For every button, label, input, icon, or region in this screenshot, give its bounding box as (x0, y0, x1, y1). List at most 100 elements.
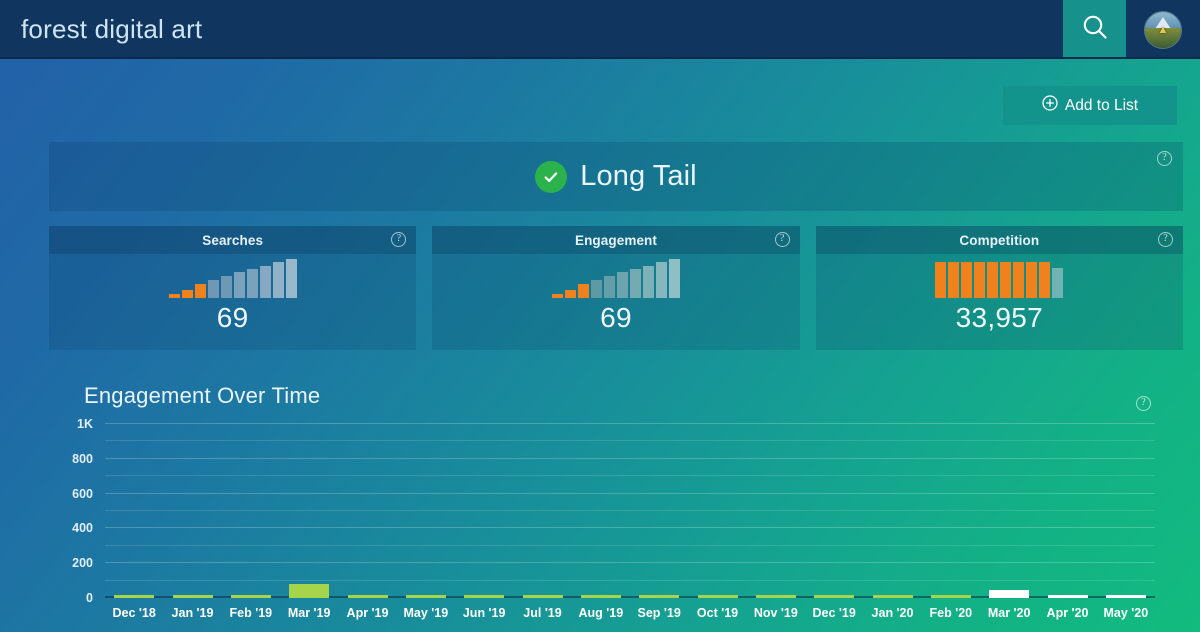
sparkline-bar (564, 290, 576, 298)
chart-bar[interactable] (1047, 595, 1088, 598)
chart-y-tick-label: 800 (72, 451, 93, 466)
chart-help-icon[interactable]: ? (1136, 396, 1151, 411)
sparkline-bar (220, 276, 232, 298)
sparkline-bar (1052, 268, 1064, 298)
metric-card-header: Engagement? (432, 226, 800, 254)
chart-x-tick-label: May '19 (403, 606, 449, 620)
sparkline-bar (285, 259, 297, 298)
chart-x-tick-label: Sep '19 (637, 606, 681, 620)
sparkline-bar (668, 259, 680, 298)
chart-gridline (105, 562, 1155, 564)
sparkline-bar (616, 272, 628, 298)
metric-sparkline (551, 258, 680, 298)
metric-card-value: 69 (216, 302, 249, 333)
metric-card-value: 33,957 (955, 302, 1044, 333)
chart-bar[interactable] (464, 595, 505, 598)
sparkline-bar (603, 276, 615, 298)
sparkline-bar (655, 262, 667, 298)
metric-card-help-icon[interactable]: ? (774, 232, 790, 247)
sparkline-bar (961, 262, 973, 298)
chart-bar[interactable] (697, 595, 738, 598)
chart-bar[interactable] (522, 595, 563, 598)
sparkline-bar (1026, 262, 1038, 298)
chart-x-tick-label: Nov '19 (753, 606, 798, 620)
chart-gridline (105, 440, 1155, 442)
chart-x-tick-label: Apr '19 (346, 606, 389, 620)
sparkline-bar (948, 262, 960, 298)
sparkline-bar (233, 272, 245, 298)
chart-bar[interactable] (989, 590, 1030, 598)
metric-card-title: Searches (202, 232, 264, 248)
metric-card-title: Competition (959, 232, 1040, 248)
chart-bar[interactable] (930, 595, 971, 598)
search-button[interactable] (1063, 0, 1126, 59)
chart-gridline (105, 579, 1155, 581)
plus-circle-icon (1042, 95, 1058, 116)
sparkline-bar (1013, 262, 1025, 298)
metric-card-header: Searches? (49, 226, 417, 254)
chart-x-tick-label: Oct '19 (696, 606, 739, 620)
sparkline-bar (974, 262, 986, 298)
chart-x-tick-label: Jun '19 (462, 606, 506, 620)
metric-card-title: Engagement (574, 232, 657, 248)
add-to-list-label: Add to List (1064, 96, 1139, 114)
metric-card-searches: Searches? 69 (49, 226, 417, 350)
chart-bar[interactable] (347, 595, 388, 598)
chart-x-tick-label: Aug '19 (578, 606, 624, 620)
chart-bar[interactable] (230, 595, 271, 598)
metric-card-help-icon[interactable]: ? (391, 232, 407, 247)
metric-cards: Searches? 69 Engagement? 69 Competition? 33,9… (49, 226, 1183, 350)
chart-x-tick-label: Mar '19 (287, 606, 331, 620)
keyword-type-banner: Long Tail ? (49, 142, 1183, 211)
avatar: ▲ (1144, 10, 1182, 49)
sparkline-bar (194, 284, 206, 298)
sparkline-bar (246, 269, 258, 298)
chart-bar[interactable] (172, 595, 213, 598)
chart-bar[interactable] (580, 595, 621, 598)
chart-bar[interactable] (814, 595, 855, 598)
chart-y-tick-label: 1K (77, 417, 93, 431)
metric-card-body: 33,957 (816, 254, 1183, 350)
banner-help-icon[interactable]: ? (1157, 151, 1172, 166)
chart-title: Engagement Over Time (84, 383, 321, 408)
add-to-list-button[interactable]: Add to List (1003, 86, 1177, 125)
chart-bar[interactable] (289, 584, 330, 598)
check-circle-icon (535, 160, 568, 193)
chart-x-tick-label: Dec '19 (812, 606, 856, 620)
metric-card-competition: Competition? 33,957 (815, 226, 1183, 350)
chart-gridline (105, 423, 1155, 424)
chart-x-tick-label: Jul '19 (523, 606, 562, 620)
metric-sparkline (168, 258, 297, 298)
sparkline-bar (272, 262, 284, 298)
metric-sparkline (935, 258, 1064, 298)
chart-y-tick-label: 400 (72, 521, 93, 536)
chart-bar[interactable] (872, 595, 913, 598)
chart-gridline (105, 527, 1155, 529)
avatar-button[interactable]: ▲ (1126, 0, 1200, 59)
sparkline-bar (1000, 262, 1012, 298)
chart-x-tick-label: Mar '20 (987, 606, 1031, 620)
metric-card-help-icon[interactable]: ? (1157, 232, 1173, 247)
chart-bar[interactable] (114, 595, 155, 598)
chart-bar[interactable] (755, 595, 796, 598)
sparkline-bar (551, 294, 563, 298)
metric-card-body: 69 (49, 254, 416, 350)
chart-bar[interactable] (639, 595, 680, 598)
metric-card-engagement: Engagement? 69 (432, 226, 800, 350)
sparkline-bar (935, 262, 947, 298)
sparkline-bar (207, 280, 219, 298)
chart-bar[interactable] (405, 595, 446, 598)
sparkline-bar (259, 266, 271, 298)
metric-card-value: 69 (600, 302, 632, 333)
page-root: forest digital art ▲ Add to List Long Ta… (0, 0, 1200, 632)
top-bar: forest digital art ▲ (0, 0, 1200, 59)
chart-y-tick-label: 200 (72, 556, 93, 571)
banner-label: Long Tail (580, 160, 697, 192)
chart-x-tick-label: Dec '18 (112, 606, 156, 620)
chart-bar[interactable] (1105, 595, 1146, 598)
chart-x-tick-label: Apr '20 (1046, 606, 1089, 620)
sparkline-bar (168, 294, 180, 298)
chart-plot-area: 0 200 400 600 800 1K Dec '18 Jan '19 Feb '19 Mar … (72, 417, 1155, 620)
metric-card-header: Competition? (815, 226, 1183, 254)
sparkline-bar (1039, 262, 1051, 298)
